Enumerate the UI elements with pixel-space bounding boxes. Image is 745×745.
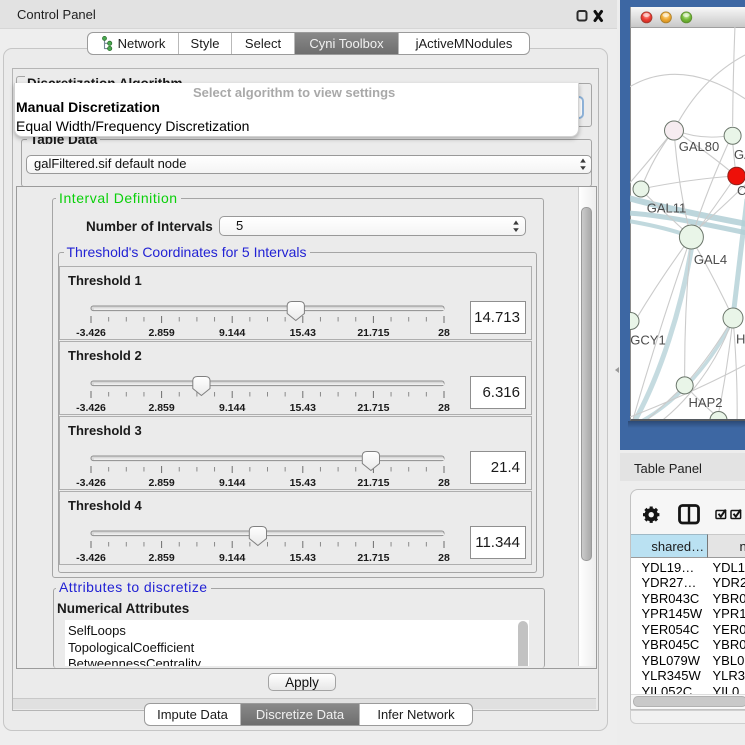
svg-text:15.43: 15.43: [290, 477, 316, 489]
svg-text:28: 28: [438, 327, 450, 339]
svg-text:21.715: 21.715: [357, 552, 389, 564]
svg-text:28: 28: [438, 402, 450, 414]
svg-text:-3.426: -3.426: [76, 552, 106, 564]
svg-text:-3.426: -3.426: [76, 477, 106, 489]
svg-text:15.43: 15.43: [290, 402, 316, 414]
svg-text:2.859: 2.859: [148, 552, 174, 564]
svg-text:2.859: 2.859: [148, 477, 174, 489]
svg-text:21.715: 21.715: [357, 402, 389, 414]
svg-text:28: 28: [438, 552, 450, 564]
svg-text:2.859: 2.859: [148, 402, 174, 414]
svg-text:21.715: 21.715: [357, 477, 389, 489]
svg-text:9.144: 9.144: [219, 327, 245, 339]
svg-text:GAL80: GAL80: [679, 139, 719, 154]
svg-text:-3.426: -3.426: [76, 402, 106, 414]
svg-text:-3.426: -3.426: [76, 327, 106, 339]
svg-text:28: 28: [438, 477, 450, 489]
svg-text:GAL4: GAL4: [694, 252, 727, 267]
svg-text:GA: GA: [734, 147, 745, 162]
svg-text:15.43: 15.43: [290, 327, 316, 339]
svg-text:C: C: [737, 183, 745, 198]
svg-text:15.43: 15.43: [290, 552, 316, 564]
svg-text:9.144: 9.144: [219, 552, 245, 564]
svg-text:GAL11: GAL11: [647, 201, 687, 216]
svg-text:9.144: 9.144: [219, 477, 245, 489]
svg-text:9.144: 9.144: [219, 402, 245, 414]
svg-text:H: H: [736, 332, 745, 347]
svg-text:GCY1: GCY1: [630, 333, 665, 348]
svg-text:2.859: 2.859: [148, 327, 174, 339]
svg-text:HAP2: HAP2: [689, 395, 723, 410]
svg-text:21.715: 21.715: [357, 327, 389, 339]
